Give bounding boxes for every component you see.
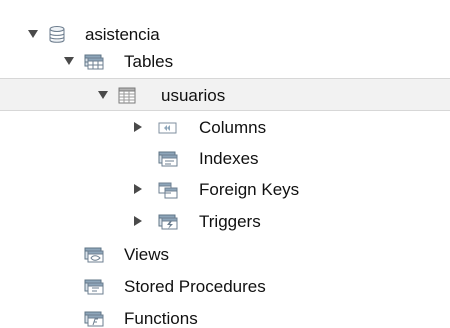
collapsed-caret-icon[interactable]	[131, 182, 145, 196]
stored-procedures-folder-icon	[82, 277, 104, 297]
columns-icon	[156, 118, 178, 138]
tree-node-views[interactable]: Views	[0, 238, 450, 271]
tree-node-label: Foreign Keys	[199, 180, 300, 199]
expand-caret-icon[interactable]	[26, 27, 40, 41]
tree-node-label: Functions	[124, 309, 198, 328]
tree-node-label: asistencia	[85, 25, 160, 44]
database-icon	[46, 25, 68, 45]
tree-node-label: Stored Procedures	[124, 277, 266, 296]
tree-node-triggers[interactable]: Triggers	[0, 205, 450, 238]
tree-node-label: Tables	[124, 52, 174, 71]
tree-node-indexes[interactable]: Indexes	[0, 142, 450, 175]
tree-node-label: Triggers	[199, 212, 261, 231]
tree-node-label: Indexes	[199, 149, 259, 168]
collapsed-caret-icon[interactable]	[131, 120, 145, 134]
tree-node-label: Views	[124, 245, 170, 264]
tree-node-columns[interactable]: Columns	[0, 111, 450, 144]
tables-folder-icon	[82, 52, 104, 72]
tree-node-tables[interactable]: Tables	[0, 45, 450, 78]
views-folder-icon	[82, 245, 104, 265]
collapsed-caret-icon[interactable]	[131, 214, 145, 228]
triggers-icon	[156, 212, 178, 232]
foreign-keys-icon	[156, 180, 178, 200]
tree-node-label: Columns	[199, 118, 267, 137]
table-grid-icon	[116, 86, 138, 106]
tree-node-label: usuarios	[161, 86, 226, 105]
schema-tree: asistencia Tables usuarios Columns Index…	[0, 0, 450, 328]
functions-folder-icon	[82, 309, 104, 328]
tree-node-functions[interactable]: Functions	[0, 302, 450, 328]
indexes-icon	[156, 149, 178, 169]
tree-node-table-usuarios[interactable]: usuarios	[0, 78, 450, 111]
tree-node-stored-procedures[interactable]: Stored Procedures	[0, 270, 450, 303]
expand-caret-icon[interactable]	[96, 88, 110, 102]
tree-node-foreign-keys[interactable]: Foreign Keys	[0, 173, 450, 206]
expand-caret-icon[interactable]	[62, 54, 76, 68]
